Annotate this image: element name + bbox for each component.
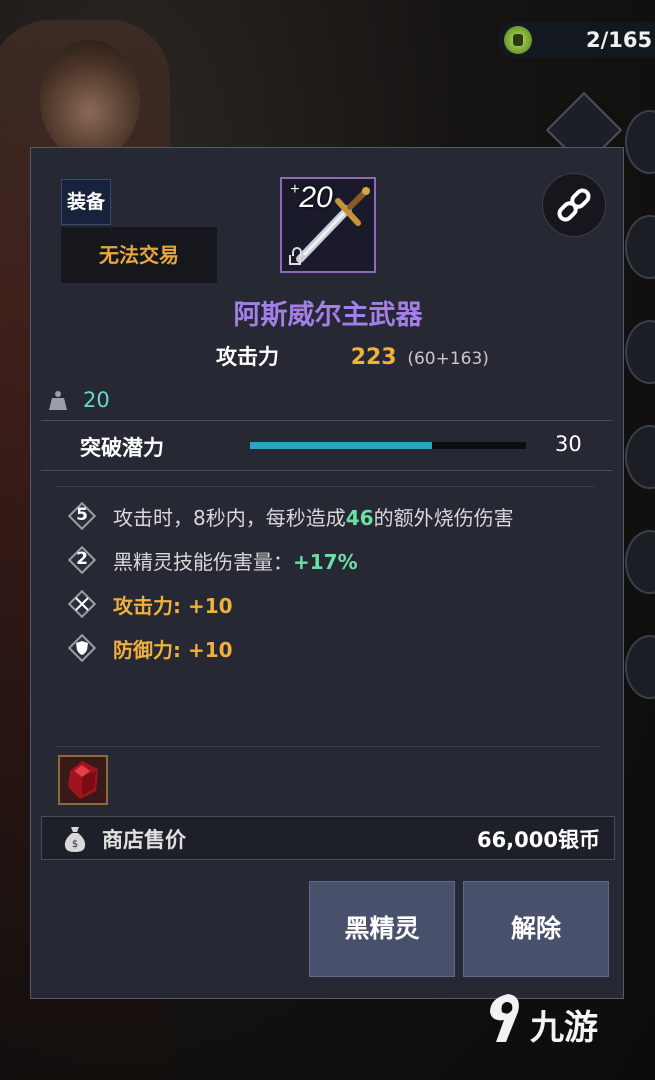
divider xyxy=(55,746,601,747)
attack-detail: (60+163) xyxy=(407,349,489,369)
shop-price-label: 商店售价 xyxy=(102,828,186,852)
crystal-icon xyxy=(68,761,98,799)
potential-bar xyxy=(250,442,526,449)
inventory-counter: 2/165 xyxy=(498,22,655,58)
item-icon: +20 xyxy=(280,177,376,273)
category-tag: 装备 xyxy=(61,179,111,225)
divider xyxy=(55,486,595,487)
watermark-logo: 九游 xyxy=(484,990,634,1050)
trade-status-badge: 无法交易 xyxy=(61,227,217,283)
lock-icon xyxy=(289,247,302,265)
potential-label: 突破潜力 xyxy=(80,436,164,460)
breakthrough-potential: 突破潜力 30 xyxy=(41,424,613,468)
weight-value: 20 xyxy=(83,388,110,412)
enhance-level: +20 xyxy=(290,181,333,214)
effect-badge: 5 xyxy=(67,501,97,531)
crossed-swords-icon xyxy=(67,589,97,619)
crystal-slot[interactable] xyxy=(58,755,108,805)
potential-bar-fill xyxy=(250,442,433,449)
shop-price-value: 66,000银币 xyxy=(476,828,600,852)
effect-badge: 2 xyxy=(67,545,97,575)
effect-text: 攻击时，8秒内，每秒造成46的额外烧伤伤害 xyxy=(113,506,514,530)
attack-label: 攻击力 xyxy=(216,345,279,369)
divider xyxy=(41,420,613,421)
money-bag-icon: $ xyxy=(64,827,86,852)
potential-value: 30 xyxy=(555,432,582,456)
watermark-text: 九游 xyxy=(530,1008,598,1048)
remove-button[interactable]: 解除 xyxy=(463,881,609,977)
item-name: 阿斯威尔主武器 xyxy=(233,300,423,331)
link-button[interactable] xyxy=(542,173,606,237)
attack-stat: 攻击力 223 (60+163) xyxy=(216,341,489,371)
item-tooltip-panel: 装备 无法交易 +20 阿斯威尔主武器 攻击力 223 (60+163) 20 … xyxy=(30,147,624,999)
attack-total: 223 xyxy=(350,345,397,370)
effect-text: 防御力: +10 xyxy=(113,638,233,662)
effect-text: 黑精灵技能伤害量：+17% xyxy=(113,550,358,574)
svg-text:$: $ xyxy=(72,839,78,850)
black-spirit-button[interactable]: 黑精灵 xyxy=(309,881,455,977)
weight-icon xyxy=(49,391,67,410)
shield-icon xyxy=(67,633,97,663)
link-icon xyxy=(557,188,591,222)
divider xyxy=(41,470,613,471)
character-head xyxy=(40,40,140,160)
shop-price-row: $ 商店售价 66,000银币 xyxy=(41,816,615,860)
coin-icon xyxy=(504,26,532,54)
inventory-count: 2/165 xyxy=(586,28,653,52)
nine-games-logo-icon xyxy=(490,994,519,1042)
effect-text: 攻击力: +10 xyxy=(113,594,233,618)
